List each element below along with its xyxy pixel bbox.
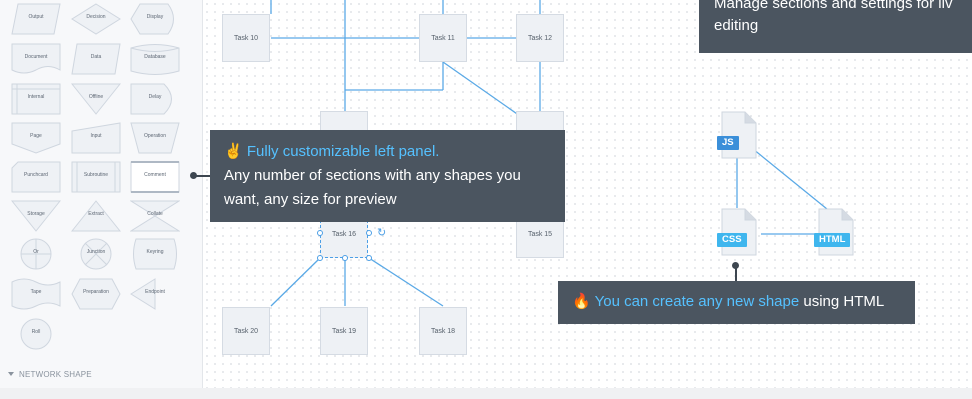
task-node[interactable]: Task 11 (419, 14, 467, 62)
shape-offline[interactable]: Offline (71, 83, 121, 115)
task-node[interactable]: Task 10 (222, 14, 270, 62)
task-node[interactable]: Task 18 (419, 307, 467, 355)
tooltip-line: editing (714, 17, 759, 34)
shape-extract[interactable]: Extract (71, 200, 121, 232)
shape-page[interactable]: Page (11, 122, 61, 154)
shape-junction[interactable]: Junction (71, 238, 121, 270)
shape-punchcard[interactable]: Punchcard (11, 161, 61, 193)
shape-or[interactable]: Or (11, 238, 61, 270)
tooltip-pointer-dot (732, 262, 739, 269)
section-label: NETWORK SHAPE (19, 370, 92, 379)
shape-preparation[interactable]: Preparation (71, 278, 121, 310)
app-frame: Output Decision Display Document Data Da… (0, 0, 972, 388)
shape-output[interactable]: Output (11, 3, 61, 35)
shape-input[interactable]: Input (71, 122, 121, 154)
shape-data[interactable]: Data (71, 43, 121, 75)
tooltip-pointer-dot (190, 172, 197, 179)
resize-handle[interactable] (366, 230, 372, 236)
victory-hand-icon: ✌ (224, 143, 243, 160)
js-file-icon[interactable]: JS (717, 111, 757, 164)
shape-keyring[interactable]: Keyring (130, 238, 180, 270)
shape-storage[interactable]: Storage (11, 200, 61, 232)
css-badge: CSS (717, 233, 747, 247)
tooltip-line: Manage sections and settings for liv (714, 0, 953, 12)
task-node[interactable]: Task 20 (222, 307, 270, 355)
rotate-icon[interactable]: ↻ (377, 228, 386, 239)
shape-tape[interactable]: Tape (11, 278, 61, 310)
tooltip-line: want, any size for preview (224, 191, 397, 208)
shape-operation[interactable]: Operation (130, 122, 180, 154)
section-header[interactable]: NETWORK SHAPE (0, 362, 202, 388)
resize-handle[interactable] (317, 230, 323, 236)
shape-collate[interactable]: Collate (130, 200, 180, 232)
fire-icon: 🔥 (572, 293, 591, 310)
resize-handle[interactable] (342, 255, 348, 261)
tooltip-left-panel: ✌ Fully customizable left panel. Any num… (210, 130, 565, 222)
tooltip-settings: Manage sections and settings for liv edi… (699, 0, 972, 53)
html-badge: HTML (814, 233, 851, 247)
tooltip-title-row: ✌ Fully customizable left panel. (224, 140, 551, 164)
bottom-strip (0, 388, 972, 399)
tooltip-text: using HTML (799, 293, 885, 310)
task-node[interactable]: Task 12 (516, 14, 564, 62)
caret-down-icon (8, 372, 14, 376)
resize-handle[interactable] (366, 255, 372, 261)
shape-decision[interactable]: Decision (71, 3, 121, 35)
js-badge: JS (717, 136, 739, 150)
tooltip-line: Any number of sections with any shapes y… (224, 167, 521, 184)
tooltip-highlight: You can create any new shape (594, 293, 800, 310)
shape-endpoint[interactable]: Endpoint (130, 278, 180, 310)
task-node[interactable]: Task 19 (320, 307, 368, 355)
css-file-icon[interactable]: CSS (717, 208, 757, 261)
resize-handle[interactable] (317, 255, 323, 261)
left-panel: Output Decision Display Document Data Da… (0, 0, 203, 388)
shape-comment[interactable]: Comment (130, 161, 180, 193)
shape-delay[interactable]: Delay (130, 83, 180, 115)
tooltip-pointer-line (195, 175, 210, 177)
html-file-icon[interactable]: HTML (814, 208, 854, 261)
shape-database[interactable]: Database (130, 43, 180, 75)
shape-roll[interactable]: Roll (11, 318, 61, 350)
shape-display[interactable]: Display (130, 3, 180, 35)
shape-document[interactable]: Document (11, 43, 61, 75)
shape-internal[interactable]: Internal (11, 83, 61, 115)
tooltip-new-shape: 🔥 You can create any new shape using HTM… (558, 281, 915, 324)
tooltip-title: Fully customizable left panel. (246, 143, 440, 160)
shape-subroutine[interactable]: Subroutine (71, 161, 121, 193)
